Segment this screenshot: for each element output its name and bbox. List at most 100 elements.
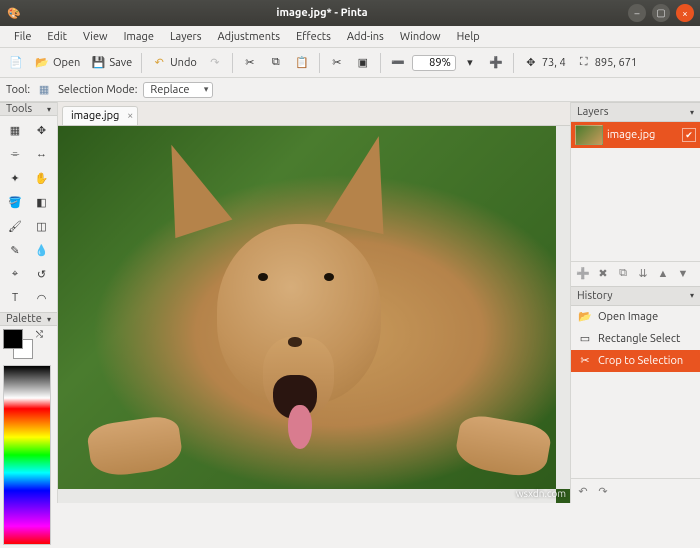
delete-layer-icon[interactable]: ✖	[595, 266, 611, 282]
layer-name: image.jpg	[607, 129, 655, 141]
maximize-button[interactable]: ▢	[652, 4, 670, 22]
center-column: image.jpg × wsxdn.com	[58, 102, 570, 503]
layer-up-icon[interactable]: ▲	[655, 266, 671, 282]
save-icon: 💾	[90, 55, 106, 71]
new-button[interactable]: 📄	[4, 51, 28, 75]
minimize-button[interactable]: –	[628, 4, 646, 22]
selection-mode-label: Selection Mode:	[58, 84, 137, 96]
palette-panel-header[interactable]: Palette▾	[0, 312, 57, 326]
open-button[interactable]: 📂Open	[30, 51, 84, 75]
cursor-pos-icon: ✥	[523, 55, 539, 71]
tool-pan[interactable]: ✋	[30, 167, 54, 189]
menu-addins[interactable]: Add-ins	[339, 29, 392, 45]
save-label: Save	[109, 57, 132, 69]
open-label: Open	[53, 57, 80, 69]
tool-brush[interactable]: 🖌	[3, 215, 27, 237]
tools-panel-header[interactable]: Tools▾	[0, 102, 57, 116]
layer-row[interactable]: image.jpg ✔	[571, 122, 700, 148]
zoom-in-button[interactable]: ➕	[484, 51, 508, 75]
foreground-color[interactable]	[3, 329, 23, 349]
palette-panel: ⤭	[0, 326, 57, 548]
menu-help[interactable]: Help	[449, 29, 488, 45]
layer-visible-checkbox[interactable]: ✔	[682, 128, 696, 142]
tool-gradient[interactable]: ◧	[30, 191, 54, 213]
tool-move[interactable]: ✥	[30, 119, 54, 141]
duplicate-layer-icon[interactable]: ⧉	[615, 266, 631, 282]
redo-button[interactable]: ↷	[203, 51, 227, 75]
separator	[380, 53, 381, 73]
history-item-rect-select[interactable]: ▭Rectangle Select	[571, 328, 700, 350]
close-tab-icon[interactable]: ×	[127, 110, 133, 122]
layer-down-icon[interactable]: ▼	[675, 266, 691, 282]
crop-icon: ✂︎	[329, 55, 345, 71]
undo-label: Undo	[170, 57, 197, 69]
tool-text[interactable]: T	[3, 287, 27, 309]
add-layer-icon[interactable]: ➕	[575, 266, 591, 282]
tool-color-picker[interactable]: 💧	[30, 239, 54, 261]
menubar: File Edit View Image Layers Adjustments …	[0, 26, 700, 48]
crop-button[interactable]: ✂︎	[325, 51, 349, 75]
tool-magic-wand[interactable]: ✦	[3, 167, 27, 189]
chevron-down-icon: ▾	[690, 108, 694, 117]
main-toolbar: 📄 📂Open 💾Save ↶Undo ↷ ✂ ⧉ 📋 ✂︎ ▣ ➖ 89% ▾…	[0, 48, 700, 78]
redo-icon: ↷	[207, 55, 223, 71]
tool-pencil[interactable]: ✎	[3, 239, 27, 261]
chevron-down-icon: ▾	[690, 291, 694, 300]
layer-thumbnail	[575, 125, 603, 145]
deselect-button[interactable]: ▣	[351, 51, 375, 75]
document-tab[interactable]: image.jpg ×	[62, 106, 138, 125]
swap-colors-icon[interactable]: ⤭	[36, 329, 43, 340]
layers-panel-header[interactable]: Layers▾	[571, 102, 700, 122]
tool-shapes[interactable]: ◠	[30, 287, 54, 309]
tool-move-selection[interactable]: ↔	[30, 143, 54, 165]
history-item-crop[interactable]: ✂︎Crop to Selection	[571, 350, 700, 372]
merge-layer-icon[interactable]: ⇊	[635, 266, 651, 282]
copy-button[interactable]: ⧉	[264, 51, 288, 75]
close-button[interactable]: ×	[676, 4, 694, 22]
undo-button[interactable]: ↶Undo	[147, 51, 201, 75]
history-panel: 📂Open Image ▭Rectangle Select ✂︎Crop to …	[571, 306, 700, 419]
tool-clone[interactable]: ⌖	[3, 263, 27, 285]
separator	[513, 53, 514, 73]
menu-adjustments[interactable]: Adjustments	[210, 29, 289, 45]
zoom-out-button[interactable]: ➖	[386, 51, 410, 75]
rect-select-icon: ▭	[577, 331, 593, 347]
tool-lasso[interactable]: ⌯	[3, 143, 27, 165]
menu-file[interactable]: File	[6, 29, 39, 45]
history-panel-header[interactable]: History▾	[571, 286, 700, 306]
horizontal-scrollbar[interactable]	[58, 489, 556, 503]
menu-layers[interactable]: Layers	[162, 29, 210, 45]
cut-button[interactable]: ✂	[238, 51, 262, 75]
selection-mode-dropdown[interactable]: Replace	[143, 82, 213, 98]
right-column: Layers▾ image.jpg ✔ ➕ ✖ ⧉ ⇊ ▲ ▼ History▾…	[570, 102, 700, 503]
menu-view[interactable]: View	[75, 29, 116, 45]
canvas-image	[58, 126, 570, 503]
menu-effects[interactable]: Effects	[288, 29, 339, 45]
tool-recolor[interactable]: ↺	[30, 263, 54, 285]
menu-edit[interactable]: Edit	[39, 29, 75, 45]
chevron-down-icon: ▾	[47, 105, 51, 114]
open-icon: 📂	[577, 309, 593, 325]
tool-rect-select[interactable]: ▦	[3, 119, 27, 141]
tool-eraser[interactable]: ◫	[30, 215, 54, 237]
menu-image[interactable]: Image	[116, 29, 162, 45]
tool-paint-bucket[interactable]: 🪣	[3, 191, 27, 213]
cursor-pos: ✥73, 4	[519, 51, 570, 75]
zoom-dropdown[interactable]: ▾	[458, 51, 482, 75]
history-item-open[interactable]: 📂Open Image	[571, 306, 700, 328]
watermark: wsxdn.com	[516, 488, 566, 499]
canvas[interactable]: wsxdn.com	[58, 126, 570, 503]
save-button[interactable]: 💾Save	[86, 51, 136, 75]
color-strip[interactable]	[3, 365, 51, 545]
cursor-pos-value: 73, 4	[542, 57, 566, 69]
undo-history-icon[interactable]: ↶	[575, 483, 591, 499]
menu-window[interactable]: Window	[392, 29, 449, 45]
vertical-scrollbar[interactable]	[556, 126, 570, 489]
paste-button[interactable]: 📋	[290, 51, 314, 75]
open-icon: 📂	[34, 55, 50, 71]
redo-history-icon[interactable]: ↷	[595, 483, 611, 499]
tool-options-bar: Tool: ▦ Selection Mode: Replace	[0, 78, 700, 102]
zoom-value[interactable]: 89%	[412, 55, 456, 71]
paste-icon: 📋	[294, 55, 310, 71]
document-tab-label: image.jpg	[71, 110, 119, 122]
